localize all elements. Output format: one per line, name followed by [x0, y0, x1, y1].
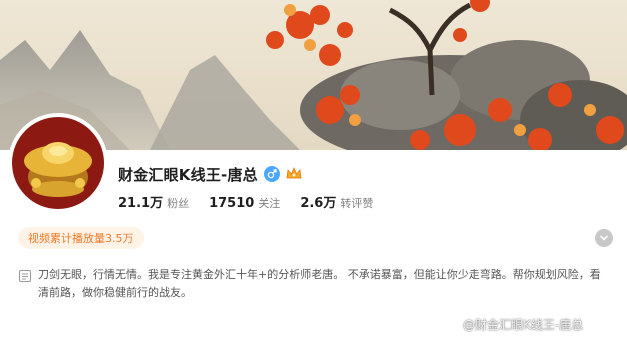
avatar[interactable]: [8, 113, 108, 213]
video-plays-text: 视频累计播放量3.5万: [28, 232, 134, 245]
stat-value: 2.6万: [300, 196, 337, 211]
profile-bio: 刀剑无眼，行情无情。我是专注黄金外汇十年+的分析师老唐。 不承诺暴富，但能让你少…: [18, 266, 610, 302]
stat-interactions[interactable]: 2.6万 转评赞: [300, 192, 373, 211]
chevron-down-icon: [600, 235, 608, 241]
stat-label: 粉丝: [167, 197, 190, 210]
weibo-logo-icon: [440, 318, 459, 332]
weibo-watermark: @财金汇眼K线王-唐总: [440, 314, 583, 334]
stat-value: 21.1万: [118, 196, 164, 211]
profile-stats: 21.1万 粉丝 17510 关注 2.6万 转评赞: [118, 192, 393, 212]
video-plays-badge[interactable]: 视频累计播放量3.5万: [18, 227, 144, 249]
watermark-text: @财金汇眼K线王-唐总: [463, 317, 584, 332]
expand-button[interactable]: [595, 229, 613, 247]
stat-value: 17510: [209, 196, 255, 211]
profile-name-row: 财金汇眼K线王-唐总: [118, 162, 304, 186]
stat-label: 关注: [258, 197, 281, 210]
bio-text-icon: [18, 268, 32, 283]
stat-following[interactable]: 17510 关注: [209, 195, 280, 211]
stat-label: 转评赞: [340, 197, 374, 210]
male-icon: [263, 166, 280, 182]
profile-name[interactable]: 财金汇眼K线王-唐总: [118, 164, 258, 185]
stat-followers[interactable]: 21.1万 粉丝: [118, 192, 189, 211]
crown-badge-icon[interactable]: [284, 166, 304, 182]
bio-text: 刀剑无眼，行情无情。我是专注黄金外汇十年+的分析师老唐。 不承诺暴富，但能让你少…: [38, 268, 601, 299]
